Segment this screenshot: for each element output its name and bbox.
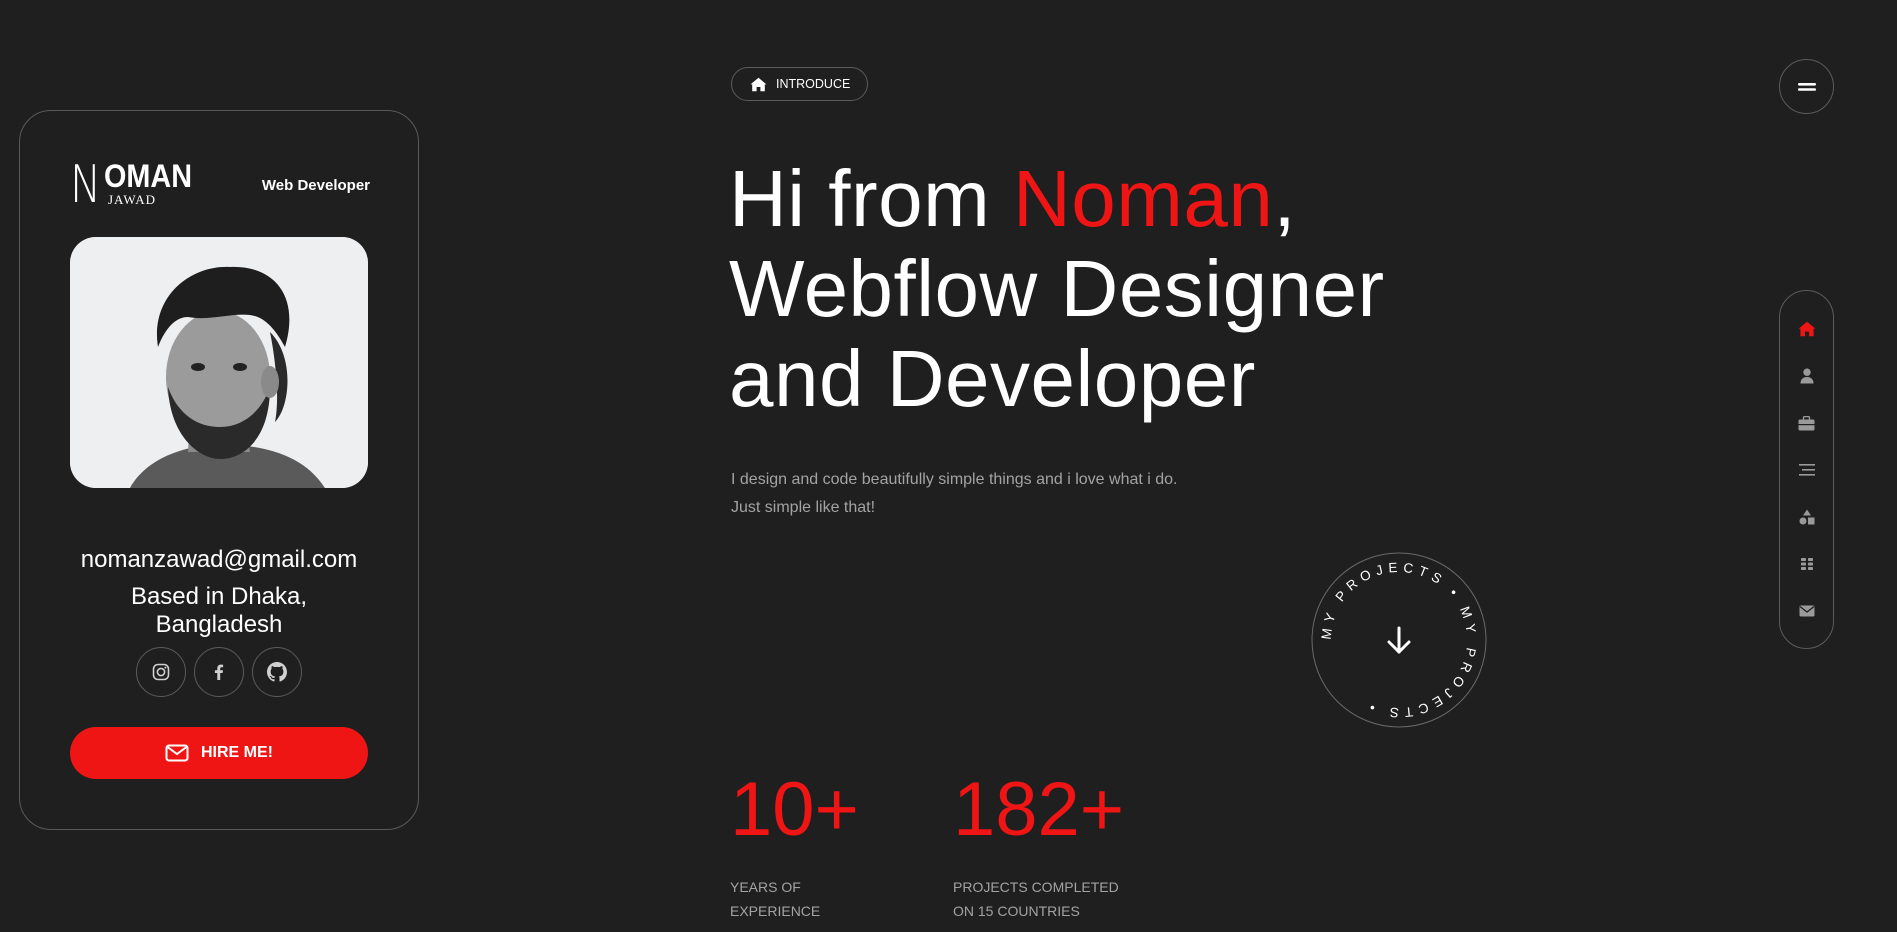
nav-item-about[interactable] bbox=[1780, 361, 1833, 391]
intro-paragraph: I design and code beautifully simple thi… bbox=[731, 466, 1291, 522]
instagram-button[interactable] bbox=[136, 647, 186, 697]
hire-me-label: HIRE ME! bbox=[201, 744, 273, 761]
card-header: N OMAN JAWAD Web Developer bbox=[70, 159, 370, 211]
home-icon bbox=[1798, 321, 1815, 337]
my-projects-badge: MY PROJECTS • MY PROJECTS • bbox=[1311, 552, 1487, 728]
location-line-2: Bangladesh bbox=[155, 611, 283, 638]
stat-number: 182+ bbox=[953, 767, 1125, 852]
stat-label-line-2: ON 15 COUNTRIES bbox=[953, 903, 1080, 919]
nav-item-resume[interactable] bbox=[1780, 408, 1833, 438]
intro-line-1: I design and code beautifully simple thi… bbox=[731, 471, 1178, 488]
mail-icon bbox=[1799, 605, 1814, 617]
stat-projects: 182+ PROJECTS COMPLETED ON 15 COUNTRIES bbox=[953, 770, 1124, 923]
location-text: Based in Dhaka, Bangladesh bbox=[20, 583, 418, 639]
introduce-label: INTRODUCE bbox=[776, 77, 851, 91]
stat-number: 10+ bbox=[730, 767, 859, 852]
portrait-illustration bbox=[70, 237, 368, 488]
hero-line-2: Webflow Designer bbox=[729, 244, 1385, 333]
logo-oman: OMAN bbox=[104, 158, 192, 194]
stat-label-line-2: EXPERIENCE bbox=[730, 903, 821, 919]
hero-prefix: Hi from bbox=[729, 154, 1013, 243]
home-icon bbox=[750, 77, 767, 91]
social-links bbox=[136, 647, 306, 697]
stat-label: YEARS OF EXPERIENCE bbox=[730, 875, 859, 923]
hero-comma: , bbox=[1273, 154, 1297, 243]
menu-button[interactable] bbox=[1779, 59, 1834, 114]
github-button[interactable] bbox=[252, 647, 302, 697]
side-navigation bbox=[1779, 290, 1834, 649]
location-line-1: Based in Dhaka, bbox=[130, 583, 308, 610]
stat-label-line-1: YEARS OF bbox=[730, 879, 801, 895]
nav-item-portfolio[interactable] bbox=[1780, 549, 1833, 579]
user-icon bbox=[1800, 368, 1813, 384]
shapes-icon bbox=[1799, 509, 1814, 525]
hero-line-3: and Developer bbox=[729, 334, 1256, 423]
stat-experience: 10+ YEARS OF EXPERIENCE bbox=[730, 770, 859, 923]
hamburger-icon bbox=[1797, 82, 1816, 91]
stat-label: PROJECTS COMPLETED ON 15 COUNTRIES bbox=[953, 875, 1124, 923]
briefcase-icon bbox=[1798, 415, 1815, 430]
profile-card: N OMAN JAWAD Web Developer nomanzawad@gm… bbox=[19, 110, 419, 830]
role-label: Web Developer bbox=[261, 177, 370, 194]
instagram-icon bbox=[152, 663, 170, 681]
nav-item-home[interactable] bbox=[1780, 314, 1833, 344]
envelope-icon bbox=[165, 744, 189, 762]
logo[interactable]: N OMAN JAWAD bbox=[70, 159, 210, 211]
nav-item-skills[interactable] bbox=[1780, 502, 1833, 532]
hire-me-button[interactable]: HIRE ME! bbox=[70, 727, 368, 779]
arrow-down-icon bbox=[1387, 626, 1411, 654]
github-icon bbox=[267, 662, 287, 682]
logo-letter-n: N bbox=[70, 155, 102, 215]
email-text[interactable]: nomanzawad@gmail.com bbox=[20, 546, 418, 574]
lines-icon bbox=[1798, 464, 1815, 476]
facebook-button[interactable] bbox=[194, 647, 244, 697]
profile-photo bbox=[70, 237, 368, 488]
logo-jawad: JAWAD bbox=[108, 192, 157, 207]
intro-line-2: Just simple like that! bbox=[731, 499, 876, 516]
nav-item-services[interactable] bbox=[1780, 455, 1833, 485]
nav-item-contact[interactable] bbox=[1780, 596, 1833, 626]
my-projects-circle-link[interactable]: MY PROJECTS • MY PROJECTS • bbox=[1311, 552, 1487, 728]
facebook-icon bbox=[214, 664, 224, 680]
grid-icon bbox=[1800, 558, 1813, 570]
introduce-badge: INTRODUCE bbox=[731, 67, 868, 101]
stat-label-line-1: PROJECTS COMPLETED bbox=[953, 879, 1119, 895]
hero-name: Noman bbox=[1013, 154, 1274, 243]
hero-heading: Hi from Noman, Webflow Designer and Deve… bbox=[729, 154, 1489, 424]
